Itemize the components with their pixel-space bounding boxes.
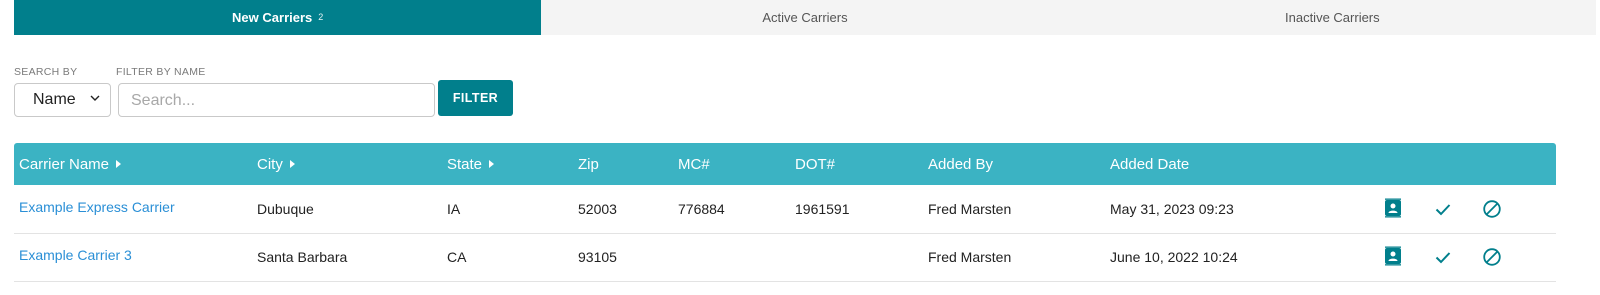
search-by-label: SEARCH BY <box>14 66 78 78</box>
filter-by-name-label: FILTER BY NAME <box>116 66 206 78</box>
table-row: Example Express Carrier Dubuque IA 52003… <box>14 185 1556 234</box>
contact-card-icon[interactable] <box>1383 198 1403 218</box>
state-cell: CA <box>447 249 467 265</box>
tab-active-carriers[interactable]: Active Carriers <box>541 0 1068 35</box>
filter-button[interactable]: FILTER <box>438 80 513 116</box>
sort-arrow-icon <box>116 160 122 168</box>
zip-cell: 52003 <box>578 201 617 217</box>
table-row: Example Carrier 3 Santa Barbara CA 93105… <box>14 233 1556 282</box>
column-label: State <box>447 155 483 173</box>
sort-arrow-icon <box>289 160 295 168</box>
tab-count-badge: 2 <box>318 11 324 22</box>
tab-inactive-carriers[interactable]: Inactive Carriers <box>1069 0 1596 35</box>
tab-label: New Carriers <box>232 10 313 25</box>
state-cell: IA <box>447 201 461 217</box>
column-label: Carrier Name <box>19 155 110 173</box>
search-by-select[interactable]: Name <box>14 83 111 117</box>
zip-cell: 93105 <box>578 249 617 265</box>
block-icon[interactable] <box>1482 199 1502 219</box>
chevron-down-icon <box>90 95 100 101</box>
block-icon[interactable] <box>1482 247 1502 267</box>
column-header-added-by: Added By <box>928 155 994 173</box>
city-cell: Santa Barbara <box>257 249 348 265</box>
table-header: Carrier Name City State Zip MC# DOT# Add… <box>14 143 1556 185</box>
contact-card-icon[interactable] <box>1383 246 1403 266</box>
tab-label: Inactive Carriers <box>1285 10 1380 25</box>
carrier-name-link[interactable]: Example Carrier 3 <box>19 231 132 279</box>
column-header-carrier-name[interactable]: Carrier Name <box>19 143 122 185</box>
checkmark-icon[interactable] <box>1433 199 1453 219</box>
search-input[interactable] <box>118 83 435 117</box>
city-cell: Dubuque <box>257 201 314 217</box>
added-by-cell: Fred Marsten <box>928 201 1012 217</box>
column-header-city[interactable]: City <box>257 143 295 185</box>
sort-arrow-icon <box>489 160 495 168</box>
column-header-mc: MC# <box>678 155 710 173</box>
column-label: City <box>257 155 283 173</box>
search-by-selected-value: Name <box>33 91 76 108</box>
added-by-cell: Fred Marsten <box>928 249 1012 265</box>
column-header-dot: DOT# <box>795 155 836 173</box>
column-header-added-date: Added Date <box>1110 155 1190 173</box>
carrier-tabs: New Carriers 2 Active Carriers Inactive … <box>14 0 1596 35</box>
checkmark-icon[interactable] <box>1433 247 1453 267</box>
tab-label: Active Carriers <box>762 10 848 25</box>
dot-cell: 1961591 <box>795 201 850 217</box>
column-header-state[interactable]: State <box>447 143 495 185</box>
carrier-name-link[interactable]: Example Express Carrier <box>19 183 175 231</box>
mc-cell: 776884 <box>678 201 725 217</box>
column-header-zip: Zip <box>578 155 599 173</box>
added-date-cell: May 31, 2023 09:23 <box>1110 201 1234 217</box>
tab-new-carriers[interactable]: New Carriers 2 <box>14 0 542 35</box>
added-date-cell: June 10, 2022 10:24 <box>1110 249 1238 265</box>
